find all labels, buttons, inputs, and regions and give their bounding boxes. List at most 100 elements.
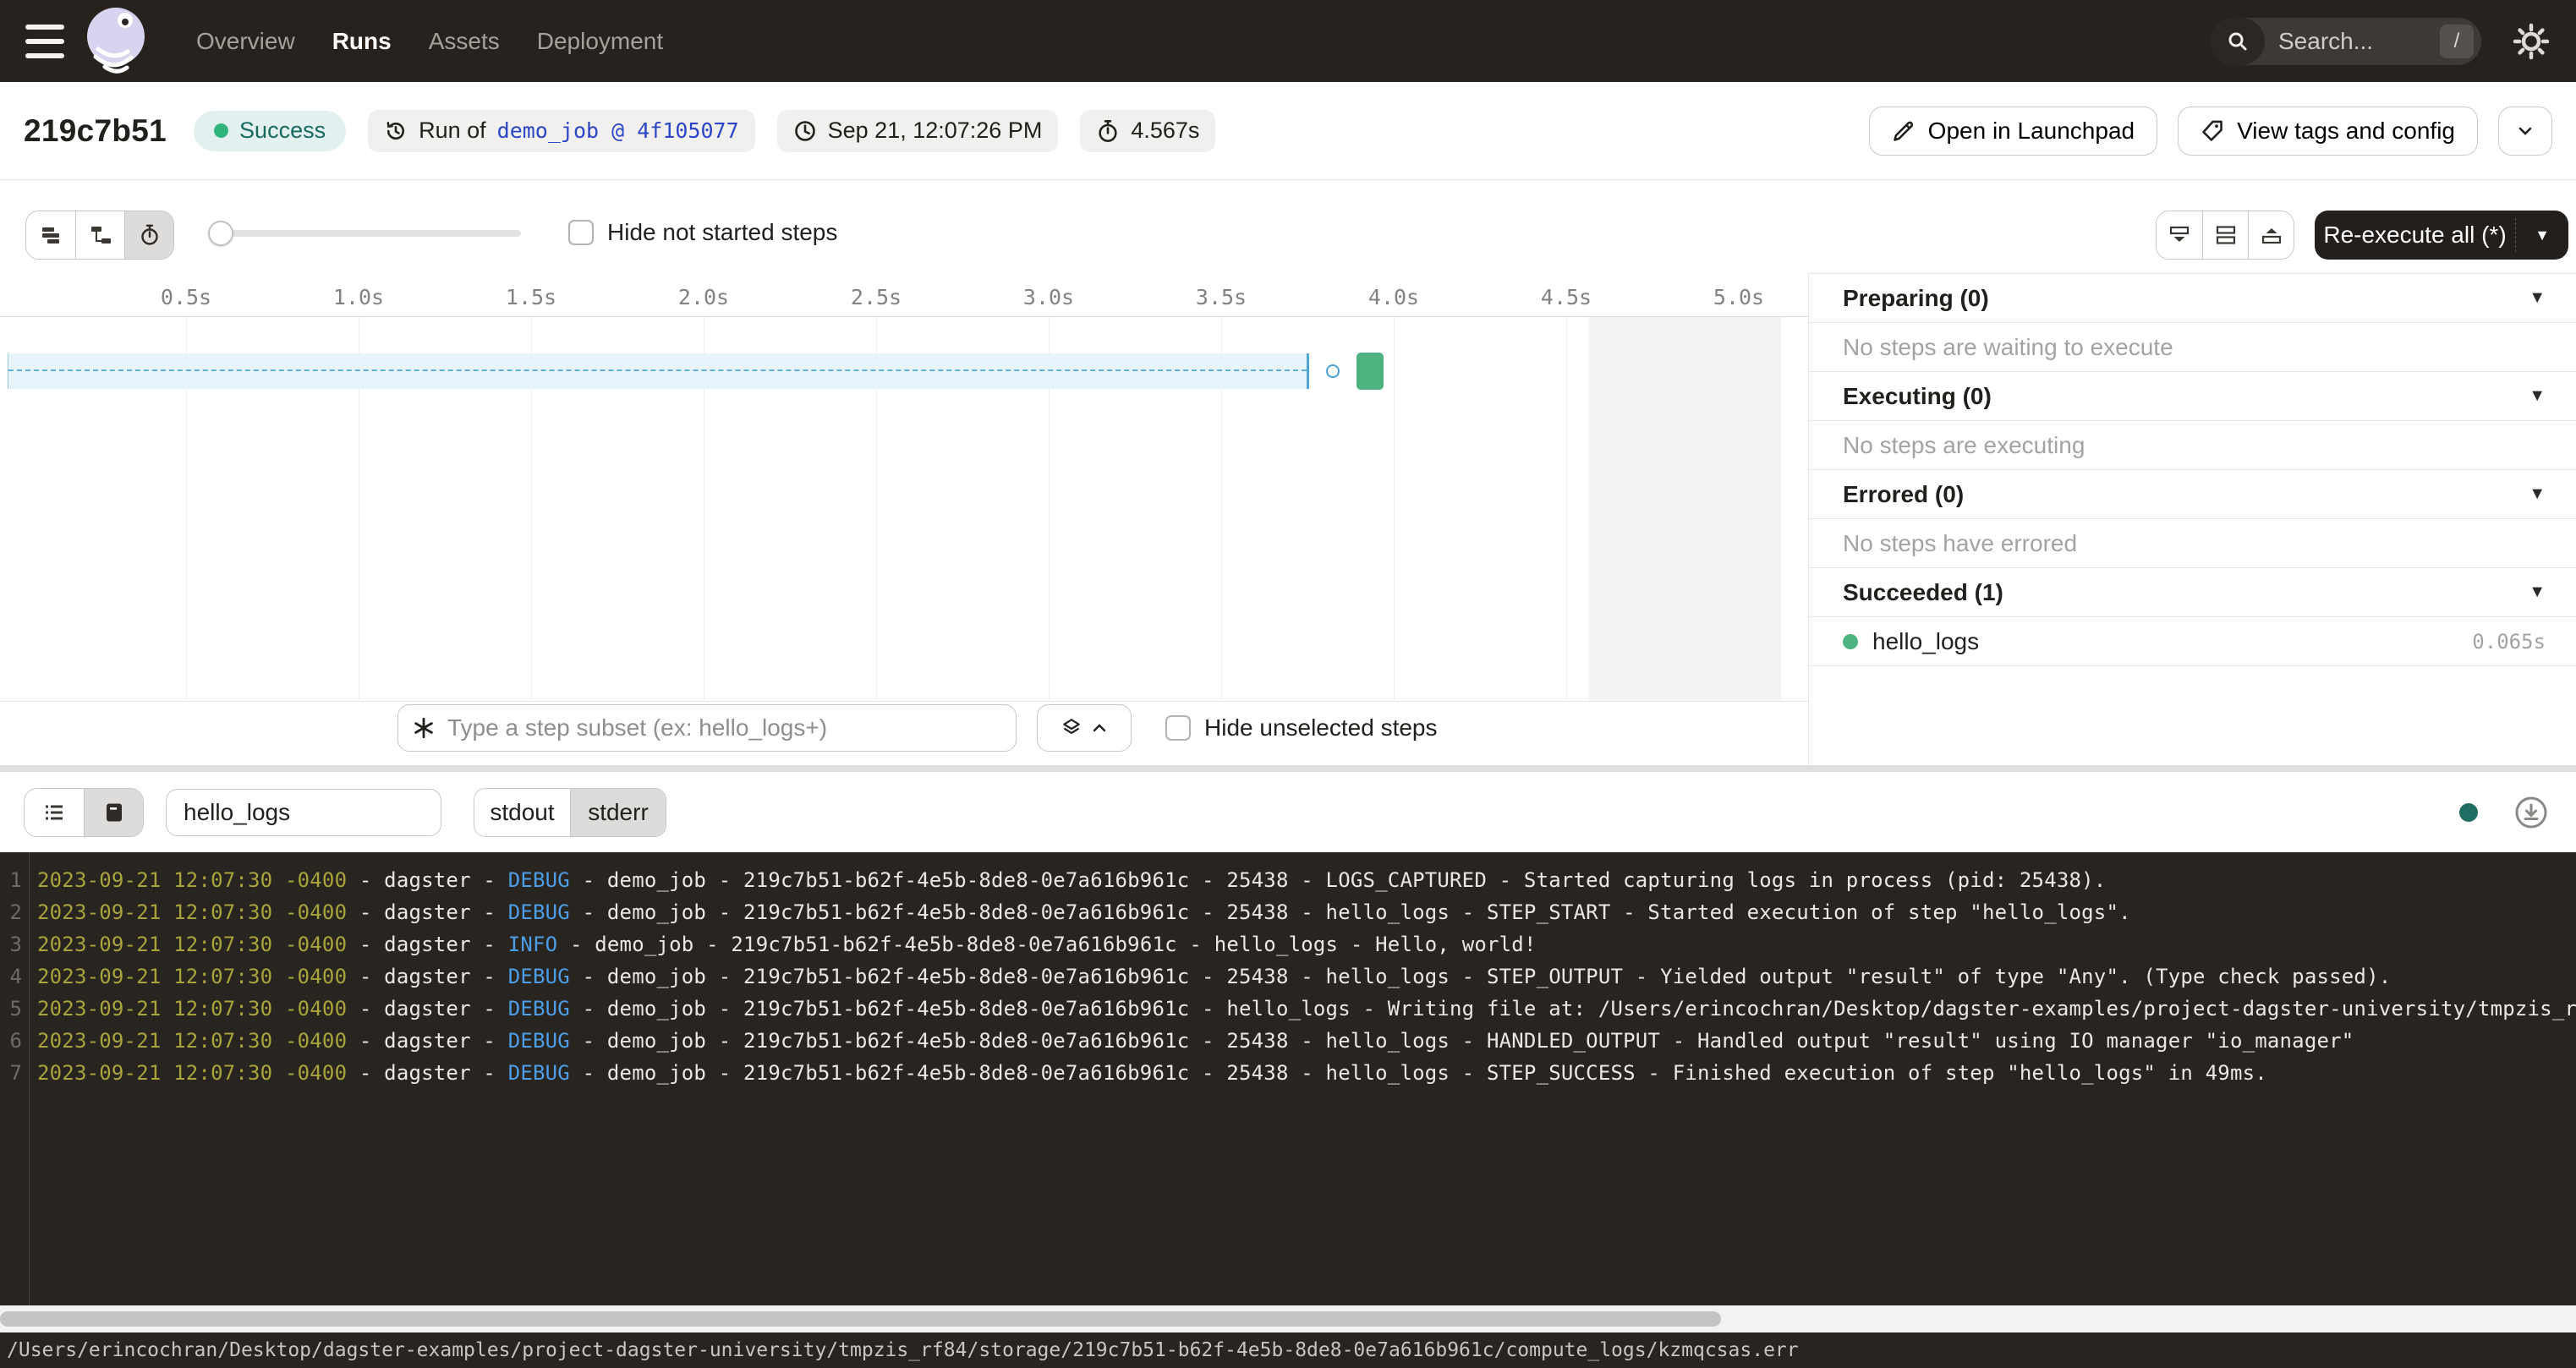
run-actions-dropdown-button[interactable] [2498,107,2552,156]
tab-stderr[interactable]: stderr [570,789,666,836]
axis-tick: 2.5s [851,285,902,309]
step-subset-placeholder: Type a step subset (ex: hello_logs+) [447,714,827,741]
log-step-filter-input[interactable] [166,789,441,836]
nav-item-deployment[interactable]: Deployment [537,28,663,55]
waterfall-icon [90,224,112,246]
log-line: 72023-09-21 12:07:30 -0400 - dagster - D… [0,1057,2576,1089]
step-bar-hello-logs[interactable] [1357,353,1384,390]
log-line: 52023-09-21 12:07:30 -0400 - dagster - D… [0,993,2576,1025]
scrollbar-thumb[interactable] [0,1311,1721,1327]
run-id-title: 219c7b51 [24,113,167,149]
nav-item-runs[interactable]: Runs [332,28,392,55]
log-line-number: 4 [0,960,22,993]
axis-tick: 4.0s [1368,285,1419,309]
gantt-view-mode-segment [25,211,174,260]
step-status-panel: Preparing (0) ▼ No steps are waiting to … [1808,273,2576,765]
nav-item-assets[interactable]: Assets [429,28,500,55]
succeeded-step-row[interactable]: hello_logs 0.065s [1809,617,2576,666]
stopwatch-icon [139,224,161,246]
download-logs-button[interactable] [2513,795,2549,830]
chevron-up-icon [1091,720,1108,736]
axis-tick: 3.0s [1023,285,1074,309]
beyond-runtime-region [1589,317,1781,701]
status-dot [214,123,228,138]
collapse-up-icon [2261,224,2283,246]
top-nav: Overview Runs Assets Deployment Search..… [0,0,2576,82]
log-view-mode-segment [24,788,144,837]
caret-down-icon: ▼ [2529,583,2546,602]
layers-icon [1061,717,1082,739]
log-line-number: 5 [0,993,22,1025]
log-path-statusbar: /Users/erincochran/Desktop/dagster-examp… [0,1332,2576,1368]
gantt-waterfall-view-button[interactable] [75,211,124,259]
log-line-number: 1 [0,864,22,896]
axis-tick: 4.5s [1541,285,1592,309]
console-icon [103,802,125,824]
log-line-number: 7 [0,1057,22,1089]
search-shortcut-badge: / [2440,25,2474,58]
gridline [1566,317,1567,701]
hide-unselected-row: Hide unselected steps [1165,714,1438,741]
collapse-up-button[interactable] [2248,211,2294,259]
structured-logs-button[interactable] [25,789,84,836]
gantt-flat-view-button[interactable] [26,211,75,259]
tag-icon [2201,119,2224,143]
log-line: 62023-09-21 12:07:30 -0400 - dagster - D… [0,1025,2576,1057]
section-header-preparing[interactable]: Preparing (0) ▼ [1809,274,2576,323]
hide-unselected-checkbox[interactable] [1165,715,1191,741]
graph-query-toggle-button[interactable] [1037,704,1132,752]
panel-layout-segment [2156,211,2294,260]
caret-down-icon: ▼ [2529,288,2546,308]
history-icon [384,119,408,143]
section-header-errored[interactable]: Errored (0) ▼ [1809,470,2576,519]
axis-tick: 0.5s [161,285,211,309]
nav-item-overview[interactable]: Overview [196,28,295,55]
section-empty-executing: No steps are executing [1809,421,2576,470]
tab-stdout[interactable]: stdout [474,789,570,836]
axis-line [0,316,1808,317]
open-in-launchpad-button[interactable]: Open in Launchpad [1869,107,2157,156]
collapse-down-button[interactable] [2157,211,2202,259]
raw-logs-button[interactable] [84,789,143,836]
gear-icon[interactable] [2512,22,2551,61]
clock-icon [793,119,817,143]
gantt-zoom-slider-knob[interactable] [208,221,233,246]
hide-unselected-label: Hide unselected steps [1204,714,1438,741]
step-subset-input[interactable]: Type a step subset (ex: hello_logs+) [397,704,1017,752]
dagster-logo[interactable] [83,5,149,78]
step-waiting-band [8,353,1309,389]
download-icon [2513,795,2549,830]
axis-tick: 3.5s [1196,285,1247,309]
view-tags-config-button[interactable]: View tags and config [2178,107,2478,156]
pencil-icon [1892,119,1916,143]
op-selector-icon [412,716,436,740]
re-execute-all-button[interactable]: Re-execute all (*) [2315,222,2515,249]
caret-down-icon: ▼ [2529,484,2546,504]
job-link[interactable]: demo_job @ 4f105077 [497,118,739,143]
chart-bottom-border [0,701,1808,702]
section-divider[interactable] [0,765,2576,772]
hamburger-menu-icon[interactable] [25,25,68,58]
gantt-zoom-slider[interactable] [210,230,521,237]
list-icon [43,802,65,824]
section-header-executing[interactable]: Executing (0) ▼ [1809,372,2576,421]
gantt-timed-view-button[interactable] [124,211,173,259]
section-header-succeeded[interactable]: Succeeded (1) ▼ [1809,568,2576,617]
hide-not-started-checkbox[interactable] [568,220,594,245]
axis-tick: 1.0s [333,285,384,309]
split-panels-button[interactable] [2202,211,2248,259]
step-name: hello_logs [1872,628,2472,655]
axis-tick: 1.5s [506,285,556,309]
hide-not-started-label: Hide not started steps [607,219,837,246]
primary-nav: Overview Runs Assets Deployment [196,28,663,55]
axis-tick: 5.0s [1713,285,1764,309]
step-success-dot [1843,634,1858,649]
caret-down-icon: ▼ [2529,386,2546,406]
log-line: 12023-09-21 12:07:30 -0400 - dagster - D… [0,864,2576,896]
search-input[interactable]: Search... / [2211,18,2481,65]
log-line-number: 6 [0,1025,22,1057]
status-badge: Success [194,111,346,151]
re-execute-dropdown-button[interactable]: ▼ [2516,227,2568,244]
chevron-down-icon [2514,120,2536,142]
log-horizontal-scrollbar[interactable] [0,1305,2576,1332]
